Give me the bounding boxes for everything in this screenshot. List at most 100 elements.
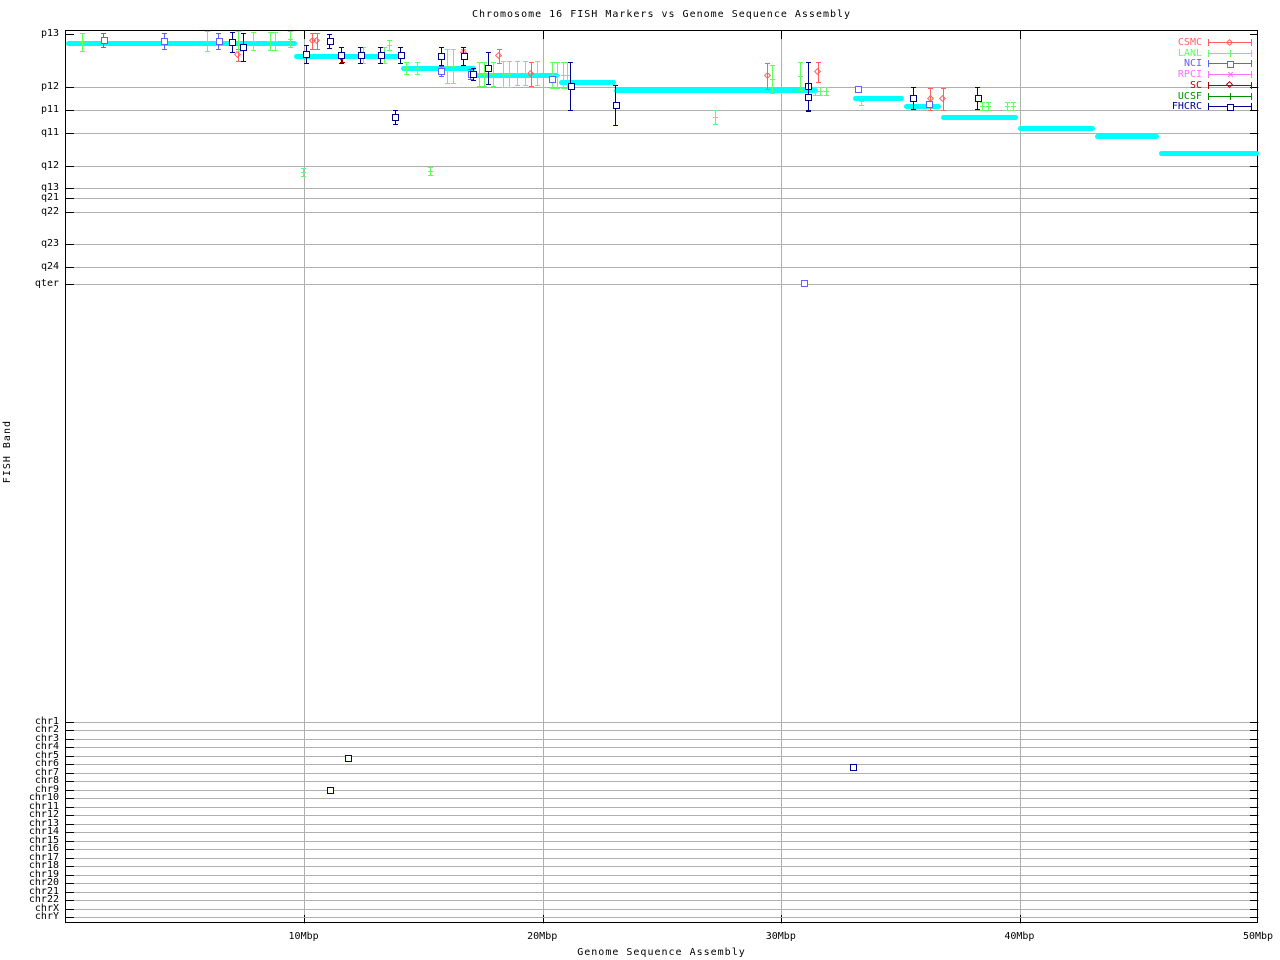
band-tick-left [66, 917, 74, 918]
marker-lanl-cap-bottom [301, 175, 307, 177]
marker-nci [438, 68, 446, 75]
marker-nci-cap-top [101, 32, 107, 34]
x-tick-top [542, 31, 544, 39]
band-tick-right [1250, 900, 1258, 901]
marker-lanl-cap-top [506, 60, 512, 62]
marker-lanl-h [522, 72, 528, 74]
marker-csmc-cap-bottom [940, 109, 946, 111]
assembly-segment [1018, 125, 1096, 131]
x-tick-label: 40Mbp [1004, 931, 1035, 942]
band-tick-right [1250, 857, 1258, 859]
marker-lanl-cap-bottom [713, 123, 719, 125]
marker-fhcrc-cap-top [805, 82, 811, 84]
marker-fhcrc-cap-top [485, 51, 491, 53]
band-tick-right [1250, 187, 1258, 189]
legend-label: RPCI [1177, 69, 1202, 81]
marker-fhcrc [849, 764, 857, 771]
legend-row-ucsf: UCSF [1100, 91, 1256, 102]
assembly-segment [614, 87, 819, 93]
marker-fhcrc-cap-bottom [303, 62, 309, 64]
marker-lanl-cap-top [80, 32, 86, 34]
band-gridline [66, 849, 1259, 850]
marker-lanl-cap-top [415, 61, 421, 63]
band-tick-left [66, 721, 74, 723]
marker-lanl-h [858, 100, 864, 102]
marker-csmc [939, 94, 947, 103]
marker-fhcrc [397, 52, 405, 59]
marker-lanl-cap-top [250, 31, 256, 33]
marker-lanl-h [515, 72, 521, 74]
marker-lanl-h [986, 105, 992, 107]
legend-marker-rpci [1227, 71, 1234, 77]
marker-lanl-h [301, 171, 307, 173]
marker-fhcrc-cap-bottom [398, 62, 404, 64]
marker-nci [800, 280, 808, 287]
band-tick-left [66, 738, 74, 740]
band-tick-left [66, 857, 74, 859]
marker-lanl-cap-top [770, 64, 776, 66]
marker-lanl-cap-bottom [403, 73, 409, 75]
band-tick-right [1250, 772, 1258, 774]
band-tick-right [1250, 197, 1258, 199]
band-gridline [66, 132, 1259, 134]
legend-row-csmc: CSMC [1100, 37, 1256, 48]
legend-marker-nci [1227, 60, 1234, 68]
marker-csmc-cap-bottom [314, 48, 320, 50]
marker-fhcrc-cap-top [470, 67, 476, 69]
band-label: p12 [40, 80, 59, 92]
band-tick-left [66, 747, 74, 748]
legend-sample-cap [1208, 60, 1209, 68]
marker-fhcrc-cap-bottom [378, 62, 384, 64]
marker-csmc-cap-bottom [928, 109, 934, 111]
band-label: chrY [34, 911, 59, 922]
band-tick-left [66, 266, 74, 268]
band-gridline [66, 815, 1259, 816]
marker-lanl-cap-bottom [858, 104, 864, 106]
marker-fhcrc-cap-bottom [461, 64, 467, 66]
marker-csmc-cap-top [528, 61, 534, 63]
band-gridline [66, 747, 1259, 748]
band-gridline [66, 243, 1259, 245]
band-gridline [66, 283, 1259, 285]
marker-csmc [495, 51, 503, 60]
x-tick-label: 30Mbp [765, 931, 796, 942]
marker-fhcrc-cap-top [910, 86, 916, 88]
marker-lanl-cap-bottom [451, 82, 457, 84]
marker-fhcrc-cap-bottom [613, 124, 619, 126]
marker-fhcrc-cap-top [438, 46, 444, 48]
marker-lanl-h [250, 40, 256, 42]
legend-sample-cap [1251, 92, 1252, 100]
marker-nci [100, 37, 108, 44]
marker-fhcrc [392, 114, 400, 121]
marker-fhcrc [612, 102, 620, 109]
marker-csmc-cap-bottom [528, 85, 534, 87]
x-tick-label: 20Mbp [527, 931, 558, 942]
marker-lanl-h [564, 74, 570, 76]
band-label: q11 [40, 126, 59, 138]
marker-lanl-h [824, 90, 830, 92]
marker-lanl-cap-bottom [1010, 109, 1016, 111]
marker-lanl-cap-bottom [273, 49, 279, 51]
marker-fhcrc [460, 53, 468, 60]
band-gridline [66, 730, 1259, 731]
marker-lanl-cap-top [386, 39, 392, 41]
marker-fhcrc-cap-bottom [568, 109, 574, 111]
band-gridline [66, 798, 1259, 799]
marker-lanl-cap-bottom [205, 50, 211, 52]
marker-fhcrc-cap-bottom [910, 108, 916, 110]
band-tick-right [1250, 283, 1258, 285]
band-tick-right [1250, 815, 1258, 816]
legend-marker-ucsf-h [1227, 95, 1233, 97]
marker-csmc-cap-top [940, 87, 946, 89]
legend-label: FHCRC [1171, 101, 1202, 113]
band-tick-left [66, 832, 74, 833]
band-tick-right [1250, 781, 1258, 782]
marker-fhcrc [805, 83, 813, 90]
marker-lanl-cap-bottom [288, 46, 294, 48]
legend-row-lanl: LANL [1100, 48, 1256, 59]
assembly-segment [1159, 150, 1259, 156]
marker-lanl-cap-bottom [770, 92, 776, 94]
band-tick-left [66, 132, 74, 134]
marker-fhcrc [229, 39, 237, 46]
marker-nci [215, 38, 223, 45]
